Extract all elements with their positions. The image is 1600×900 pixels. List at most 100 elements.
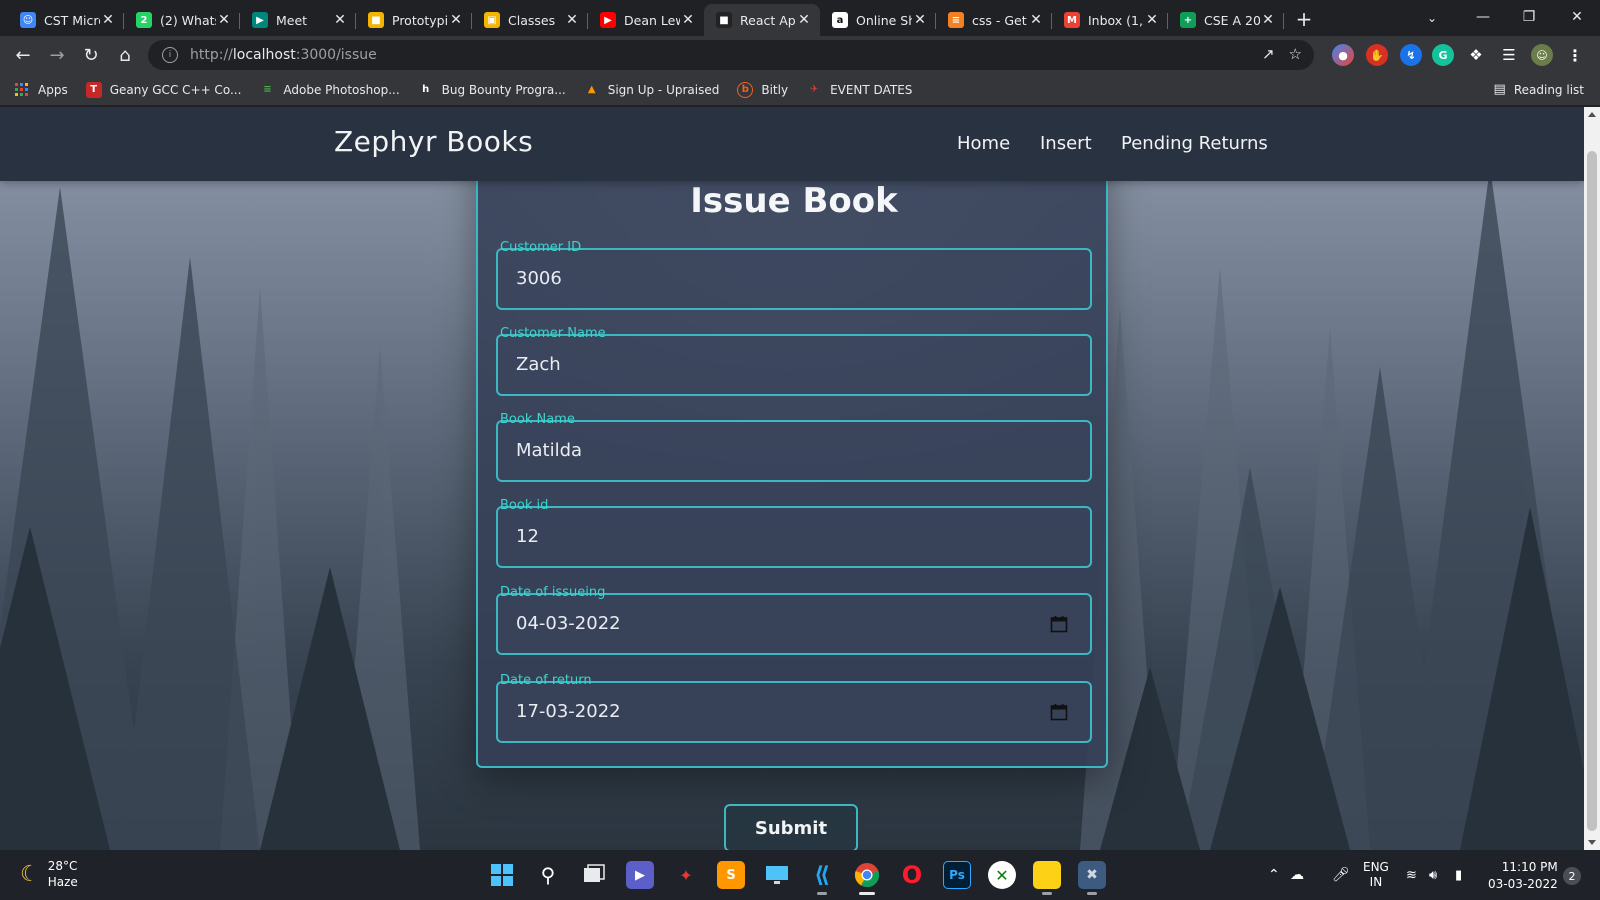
xbox-icon[interactable]: ✕ xyxy=(988,861,1016,889)
show-hidden-icons-chevron-icon[interactable]: ⌃ xyxy=(1268,850,1280,900)
microphone-icon[interactable]: 🎤︎ xyxy=(1332,850,1350,900)
task-view-icon[interactable] xyxy=(580,861,608,889)
bookmark-event-dates[interactable]: ✈ EVENT DATES xyxy=(806,82,913,98)
media-control-icon[interactable]: ☰ xyxy=(1498,44,1520,66)
date-of-issue-field[interactable]: Date of issueing 04-03-2022 xyxy=(496,585,1092,655)
battery-icon[interactable]: ▮ xyxy=(1455,850,1462,900)
bookmark-bitly[interactable]: b Bitly xyxy=(737,81,788,98)
language-indicator[interactable]: ENG IN xyxy=(1363,850,1389,900)
browser-tab[interactable]: ≡ css - Get ✕ xyxy=(936,4,1052,36)
new-tab-button[interactable]: + xyxy=(1290,5,1318,33)
weather-widget[interactable]: ☾ 28°C Haze xyxy=(20,858,78,890)
browser-tab[interactable]: M Inbox (1,234)✕ xyxy=(1052,4,1168,36)
windows-start-icon[interactable] xyxy=(488,861,516,889)
onedrive-cloud-icon[interactable]: ☁ xyxy=(1290,850,1304,900)
scroll-down-arrow[interactable] xyxy=(1588,840,1596,845)
page-scrollbar[interactable] xyxy=(1584,107,1600,850)
browser-tab[interactable]: ☺ CST Micro ✕ xyxy=(8,4,124,36)
reading-list-label: Reading list xyxy=(1513,82,1584,97)
vscode-icon[interactable]: ⟪ xyxy=(808,861,836,895)
reload-button[interactable]: ↻ xyxy=(74,40,108,70)
customer-name-label: Customer Name xyxy=(500,326,606,341)
notification-badge[interactable]: 2 xyxy=(1563,867,1581,885)
chrome-icon[interactable] xyxy=(853,861,881,895)
bookmarks-bar: Apps T Geany GCC C++ Co... ≡ Adobe Photo… xyxy=(0,74,1600,106)
tab-close-icon[interactable]: ✕ xyxy=(796,12,812,28)
nav-link-pending-returns[interactable]: Pending Returns xyxy=(1121,133,1268,154)
browser-tab[interactable]: a Online Shopping✕ xyxy=(820,4,936,36)
browser-tab[interactable]: ■ Prototyping✕ xyxy=(356,4,472,36)
browser-tab[interactable]: ▶ Dean Lewis✕ xyxy=(588,4,704,36)
bookmark-geany[interactable]: T Geany GCC C++ Co... xyxy=(85,81,241,98)
extensions-puzzle-icon[interactable]: ❖ xyxy=(1465,44,1487,66)
calendar-icon[interactable] xyxy=(1050,615,1068,633)
tab-close-icon[interactable]: ✕ xyxy=(448,12,464,28)
tab-close-icon[interactable]: ✕ xyxy=(1260,12,1276,28)
desktop-icon[interactable] xyxy=(763,861,791,889)
bookmark-label: Sign Up - Upraised xyxy=(607,82,720,97)
sticky-notes-icon[interactable] xyxy=(1033,861,1061,895)
profile-avatar[interactable]: ☺ xyxy=(1531,44,1553,66)
tab-close-icon[interactable]: ✕ xyxy=(332,12,348,28)
tab-close-icon[interactable]: ✕ xyxy=(564,12,580,28)
back-button[interactable]: ← xyxy=(6,40,40,70)
forward-button[interactable]: → xyxy=(40,40,74,70)
close-window-button[interactable]: ✕ xyxy=(1554,0,1600,34)
restore-button[interactable]: ❐ xyxy=(1506,0,1552,34)
nav-link-home[interactable]: Home xyxy=(957,133,1010,154)
sublime-text-icon[interactable]: S xyxy=(717,861,745,889)
tab-close-icon[interactable]: ✕ xyxy=(216,12,232,28)
tab-title: css - Get xyxy=(972,12,1027,28)
home-button[interactable]: ⌂ xyxy=(108,40,142,70)
bookmark-star-icon[interactable]: ☆ xyxy=(1289,45,1302,63)
tab-close-icon[interactable]: ✕ xyxy=(680,12,696,28)
date-of-return-field[interactable]: Date of return 17-03-2022 xyxy=(496,673,1092,743)
share-icon[interactable]: ↗ xyxy=(1262,45,1275,63)
tab-favicon-icon: ▣ xyxy=(484,12,500,28)
tab-close-icon[interactable]: ✕ xyxy=(1144,12,1160,28)
wifi-icon[interactable]: ≋ xyxy=(1406,850,1417,900)
extension-bolt-icon[interactable]: ↯ xyxy=(1400,44,1422,66)
photoshop-icon[interactable]: Ps xyxy=(943,861,971,889)
extension-drop-icon[interactable]: ● xyxy=(1332,44,1354,66)
menu-kebab-icon[interactable]: ⋮ xyxy=(1564,44,1586,66)
scroll-thumb[interactable] xyxy=(1587,151,1597,831)
calendar-icon[interactable] xyxy=(1050,703,1068,721)
bookmark-photoshop[interactable]: ≡ Adobe Photoshop... xyxy=(259,82,399,98)
app-icon[interactable]: ✦ xyxy=(672,861,700,889)
extension-adblock-icon[interactable]: ✋ xyxy=(1366,44,1388,66)
bookmark-bug-bounty[interactable]: h Bug Bounty Progra... xyxy=(418,82,566,98)
nav-link-insert[interactable]: Insert xyxy=(1040,133,1092,154)
site-info-icon[interactable]: i xyxy=(162,47,178,63)
tab-close-icon[interactable]: ✕ xyxy=(100,12,116,28)
windows-taskbar: ☾ 28°C Haze ⚲ ▶ ✦ S ⟪ O Ps ✕ ✖ ⌃ ☁ 🎤︎ EN… xyxy=(0,850,1600,900)
opera-icon[interactable]: O xyxy=(898,861,926,889)
volume-icon[interactable]: 🔊︎ xyxy=(1429,850,1437,900)
browser-tab[interactable]: 2 (2) WhatsApp✕ xyxy=(124,4,240,36)
grammarly-icon[interactable]: G xyxy=(1432,44,1454,66)
brand-logo[interactable]: Zephyr Books xyxy=(334,125,533,158)
bookmark-apps[interactable]: Apps xyxy=(14,82,68,98)
book-name-field[interactable]: Book Name Matilda xyxy=(496,412,1092,482)
bookmark-upraised[interactable]: ▲ Sign Up - Upraised xyxy=(584,82,720,98)
reading-list-button[interactable]: ▤ Reading list xyxy=(1494,82,1584,97)
scroll-up-arrow[interactable] xyxy=(1588,112,1596,117)
snipping-tool-icon[interactable]: ✖ xyxy=(1078,861,1106,895)
tab-close-icon[interactable]: ✕ xyxy=(912,12,928,28)
browser-tab[interactable]: + CSE A 2022✕ xyxy=(1168,4,1284,36)
tab-close-icon[interactable]: ✕ xyxy=(1028,12,1044,28)
address-bar[interactable]: i http://localhost:3000/issue ↗ ☆ xyxy=(148,40,1314,70)
browser-tab[interactable]: ▶ Meet ✕ xyxy=(240,4,356,36)
book-id-label: Book id xyxy=(500,498,549,513)
browser-tab[interactable]: ■ React App✕ xyxy=(704,4,820,36)
tab-search-icon[interactable]: ⌄ xyxy=(1418,4,1446,32)
browser-tab[interactable]: ▣ Classes ✕ xyxy=(472,4,588,36)
teams-chat-icon[interactable]: ▶ xyxy=(626,861,654,889)
submit-button[interactable]: Submit xyxy=(724,804,858,850)
customer-name-field[interactable]: Customer Name Zach xyxy=(496,326,1092,396)
system-clock[interactable]: 11:10 PM 03-03-2022 xyxy=(1488,859,1558,893)
minimize-button[interactable]: — xyxy=(1460,0,1506,34)
customer-id-field[interactable]: Customer ID 3006 xyxy=(496,240,1092,310)
book-id-field[interactable]: Book id 12 xyxy=(496,498,1092,568)
search-icon[interactable]: ⚲ xyxy=(534,861,562,889)
